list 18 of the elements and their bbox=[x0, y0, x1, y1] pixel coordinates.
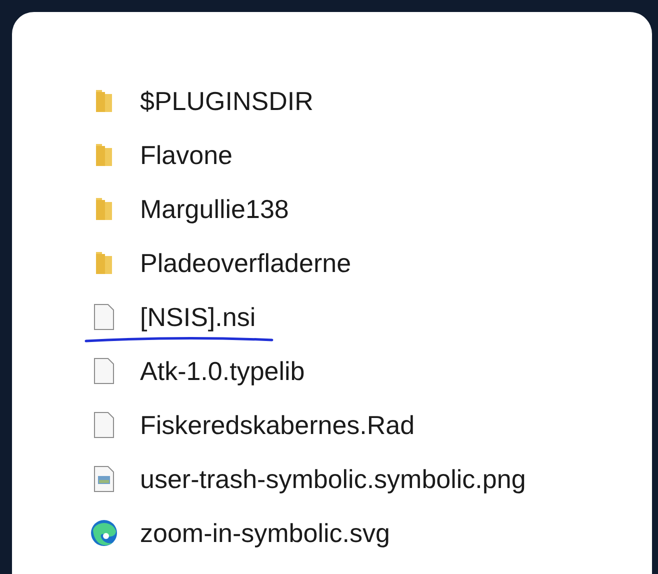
file-item[interactable]: zoom-in-symbolic.svg bbox=[88, 506, 398, 560]
folder-icon bbox=[94, 196, 114, 222]
document-icon bbox=[93, 357, 115, 385]
document-icon bbox=[93, 411, 115, 439]
file-item[interactable]: user-trash-symbolic.symbolic.png bbox=[88, 452, 534, 506]
file-item[interactable]: Fiskeredskabernes.Rad bbox=[88, 398, 423, 452]
document-icon bbox=[93, 303, 115, 331]
browser-icon bbox=[90, 519, 118, 547]
folder-icon bbox=[94, 250, 114, 276]
folder-icon bbox=[94, 142, 114, 168]
file-item[interactable]: Flavone bbox=[88, 128, 240, 182]
file-item[interactable]: Margullie138 bbox=[88, 182, 297, 236]
file-item[interactable]: Pladeoverfladerne bbox=[88, 236, 360, 290]
image-file-icon bbox=[93, 465, 115, 493]
folder-icon bbox=[94, 88, 114, 114]
file-item[interactable]: Atk-1.0.typelib bbox=[88, 344, 313, 398]
file-item[interactable]: $PLUGINSDIR bbox=[88, 74, 322, 128]
file-item[interactable]: [NSIS].nsi bbox=[88, 290, 264, 344]
